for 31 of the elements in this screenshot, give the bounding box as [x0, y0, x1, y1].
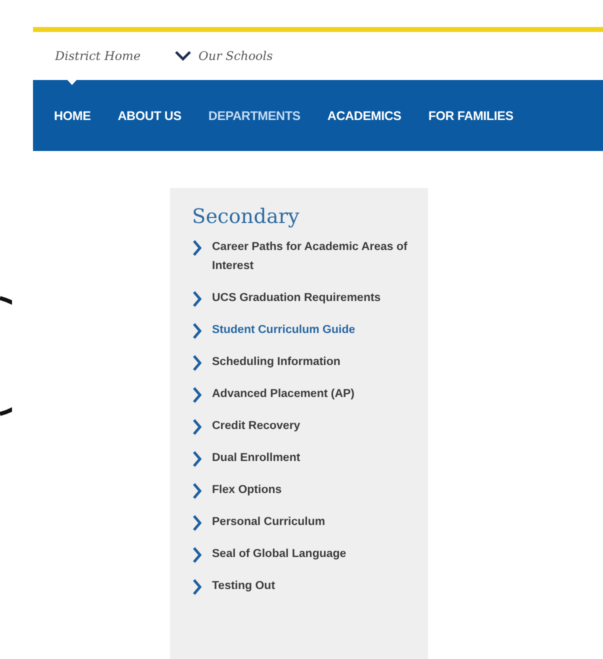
- top-link[interactable]: Our Schools: [198, 49, 273, 63]
- chevron-down-icon[interactable]: [174, 51, 191, 61]
- chevron-right-icon: [192, 515, 202, 531]
- chevron-right-icon: [192, 547, 202, 563]
- nav-tab[interactable]: DEPARTMENTS: [208, 108, 300, 122]
- sidebar-link[interactable]: Student Curriculum Guide: [212, 321, 356, 340]
- sidebar-link[interactable]: UCS Graduation Requirements: [212, 289, 381, 308]
- chevron-right-icon: [192, 240, 202, 256]
- sidebar-link[interactable]: Career Paths for Academic Areas of Interest: [212, 238, 412, 276]
- chevron-right-icon: [192, 483, 202, 499]
- chevron-right-icon: [192, 323, 202, 339]
- sidebar-link[interactable]: Seal of Global Language: [212, 545, 346, 564]
- nav-tab[interactable]: ABOUT US: [118, 108, 182, 122]
- nav-tab[interactable]: FOR FAMILIES: [428, 108, 514, 122]
- top-link[interactable]: District Home: [55, 49, 141, 63]
- chevron-right-icon: [192, 355, 202, 371]
- sidebar-link[interactable]: Personal Curriculum: [212, 513, 326, 532]
- nav-tab[interactable]: ACADEMICS: [327, 108, 402, 122]
- sidebar-link[interactable]: Scheduling Information: [212, 353, 340, 372]
- chevron-right-icon: [192, 419, 202, 435]
- sidebar-link[interactable]: Credit Recovery: [212, 417, 300, 436]
- nav-tab[interactable]: HOME: [54, 108, 91, 122]
- chevron-right-icon: [192, 579, 202, 595]
- sidebar-link[interactable]: Flex Options: [212, 481, 282, 500]
- sidebar-link[interactable]: Testing Out: [212, 577, 276, 596]
- sidebar-title: Secondary: [192, 204, 300, 228]
- sidebar-link[interactable]: Advanced Placement (AP): [212, 385, 355, 404]
- chevron-right-icon: [192, 291, 202, 307]
- sidebar-link[interactable]: Dual Enrollment: [212, 449, 300, 468]
- chevron-right-icon: [192, 451, 202, 467]
- chevron-right-icon: [192, 387, 202, 403]
